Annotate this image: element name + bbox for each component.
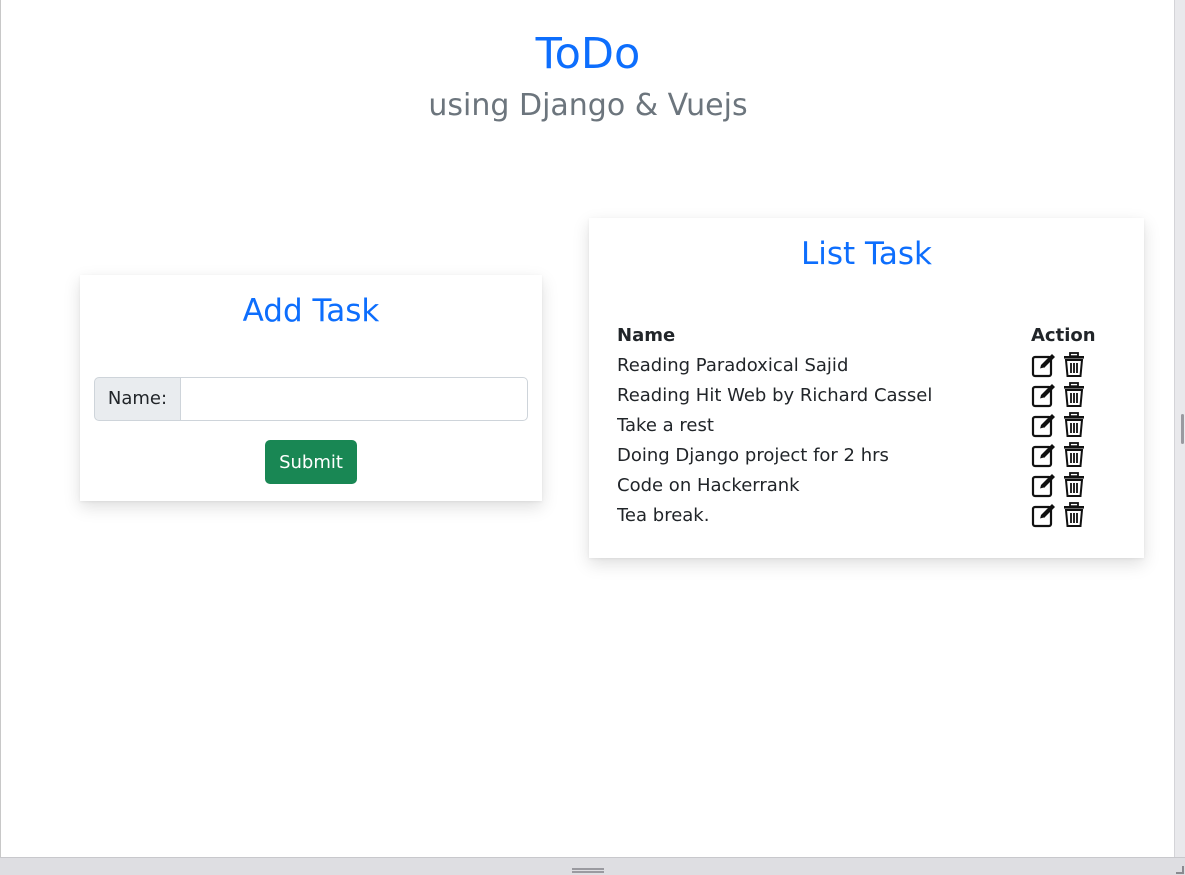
column-header-action: Action bbox=[1031, 324, 1096, 346]
edit-icon[interactable] bbox=[1031, 472, 1057, 498]
task-name: Reading Hit Web by Richard Cassel bbox=[617, 384, 933, 406]
table-header: Name Action bbox=[617, 320, 1117, 350]
task-name: Tea break. bbox=[617, 504, 710, 526]
table-row: Reading Hit Web by Richard Cassel bbox=[617, 380, 1117, 410]
resize-handle-icon[interactable] bbox=[572, 868, 604, 873]
app-title: ToDo bbox=[535, 29, 641, 79]
list-task-card: List Task Name Action Reading Paradoxica… bbox=[589, 218, 1144, 558]
scrollbar-thumb[interactable] bbox=[1181, 414, 1184, 444]
task-name: Take a rest bbox=[617, 414, 714, 436]
trash-icon[interactable] bbox=[1061, 442, 1087, 468]
task-actions bbox=[1031, 412, 1117, 438]
trash-icon[interactable] bbox=[1061, 382, 1087, 408]
trash-icon[interactable] bbox=[1061, 502, 1087, 528]
submit-button[interactable]: Submit bbox=[265, 440, 357, 484]
table-row: Reading Paradoxical Sajid bbox=[617, 350, 1117, 380]
browser-viewport: ToDo using Django & Vuejs Add Task Name:… bbox=[0, 0, 1174, 857]
app-subtitle: using Django & Vuejs bbox=[428, 88, 748, 123]
list-task-title: List Task bbox=[801, 236, 932, 272]
task-name-input[interactable] bbox=[181, 377, 528, 421]
table-body: Reading Paradoxical Sajid Reading Hit We… bbox=[617, 350, 1117, 530]
task-actions bbox=[1031, 442, 1117, 468]
task-table: Name Action Reading Paradoxical Sajid Re… bbox=[617, 320, 1117, 530]
task-name: Doing Django project for 2 hrs bbox=[617, 444, 889, 466]
task-name: Reading Paradoxical Sajid bbox=[617, 354, 849, 376]
task-actions bbox=[1031, 382, 1117, 408]
column-header-name: Name bbox=[617, 324, 676, 346]
edit-icon[interactable] bbox=[1031, 412, 1057, 438]
table-row: Take a rest bbox=[617, 410, 1117, 440]
task-name: Code on Hackerrank bbox=[617, 474, 800, 496]
trash-icon[interactable] bbox=[1061, 352, 1087, 378]
name-label: Name: bbox=[94, 377, 181, 421]
edit-icon[interactable] bbox=[1031, 382, 1057, 408]
add-task-card: Add Task Name: Submit bbox=[80, 275, 542, 501]
name-input-group: Name: bbox=[94, 377, 528, 421]
table-row: Code on Hackerrank bbox=[617, 470, 1117, 500]
table-row: Tea break. bbox=[617, 500, 1117, 530]
add-task-title: Add Task bbox=[242, 293, 380, 329]
edit-icon[interactable] bbox=[1031, 502, 1057, 528]
task-actions bbox=[1031, 352, 1117, 378]
trash-icon[interactable] bbox=[1061, 412, 1087, 438]
edit-icon[interactable] bbox=[1031, 442, 1057, 468]
table-row: Doing Django project for 2 hrs bbox=[617, 440, 1117, 470]
edit-icon[interactable] bbox=[1031, 352, 1057, 378]
corner-resize-icon[interactable] bbox=[1176, 866, 1184, 874]
trash-icon[interactable] bbox=[1061, 472, 1087, 498]
task-actions bbox=[1031, 472, 1117, 498]
task-actions bbox=[1031, 502, 1117, 528]
